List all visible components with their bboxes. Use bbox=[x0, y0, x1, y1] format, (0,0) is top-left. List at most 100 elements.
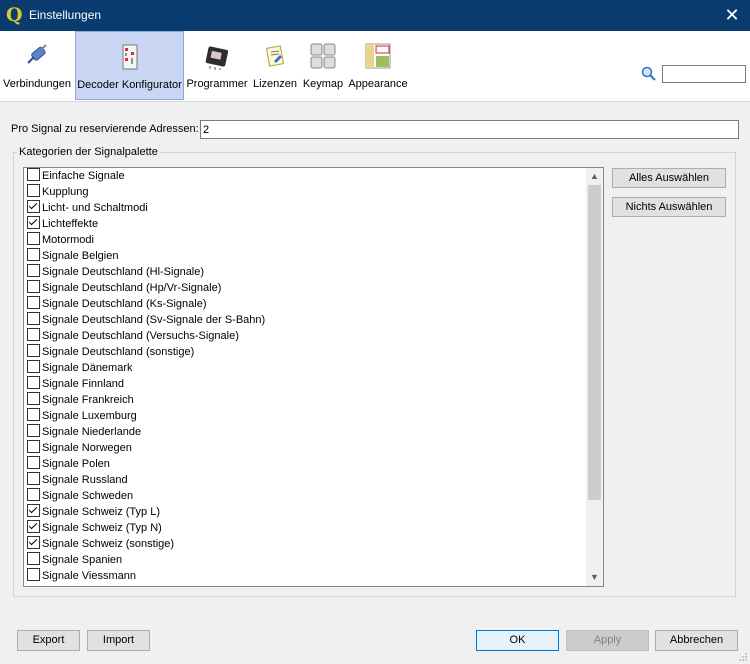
category-item[interactable]: Signale Deutschland (sonstige) bbox=[27, 344, 194, 360]
category-item[interactable]: Signale Schweden bbox=[27, 488, 133, 504]
tab-lizenzen[interactable]: Lizenzen bbox=[250, 31, 300, 100]
scroll-down-icon[interactable]: ▼ bbox=[586, 569, 603, 586]
category-checkbox[interactable] bbox=[27, 488, 40, 501]
close-icon[interactable]: ✕ bbox=[722, 4, 742, 26]
category-checkbox[interactable] bbox=[27, 296, 40, 309]
category-item[interactable]: Signale Luxemburg bbox=[27, 408, 137, 424]
category-label: Licht- und Schaltmodi bbox=[42, 202, 148, 214]
category-label: Signale Schweiz (sonstige) bbox=[42, 538, 175, 550]
category-checkbox[interactable] bbox=[27, 200, 40, 213]
category-checkbox[interactable] bbox=[27, 360, 40, 373]
resize-grip-icon[interactable] bbox=[738, 652, 748, 662]
category-checkbox[interactable] bbox=[27, 424, 40, 437]
category-item[interactable]: Signale Deutschland (Hp/Vr-Signale) bbox=[27, 280, 221, 296]
category-checkbox[interactable] bbox=[27, 184, 40, 197]
tab-label: Appearance bbox=[348, 78, 408, 90]
category-checkbox[interactable] bbox=[27, 456, 40, 469]
category-item[interactable]: Signale Polen bbox=[27, 456, 110, 472]
category-label: Signale Finnland bbox=[42, 378, 124, 390]
category-label: Signale Deutschland (Sv-Signale der S-Ba… bbox=[42, 314, 266, 326]
scroll-up-icon[interactable]: ▲ bbox=[586, 168, 603, 185]
settings-toolbar: Verbindungen Decoder Konfigurator Progra… bbox=[0, 31, 750, 101]
category-item[interactable]: Signale Niederlande bbox=[27, 424, 141, 440]
cancel-button[interactable]: Abbrechen bbox=[655, 630, 738, 651]
ok-button[interactable]: OK bbox=[476, 630, 559, 651]
category-checkbox[interactable] bbox=[27, 328, 40, 341]
category-checkbox[interactable] bbox=[27, 376, 40, 389]
category-item[interactable]: Signale Dänemark bbox=[27, 360, 133, 376]
app-logo-icon: Q bbox=[6, 4, 23, 26]
category-checkbox[interactable] bbox=[27, 472, 40, 485]
tab-programmer[interactable]: Programmer bbox=[186, 31, 248, 100]
category-checkbox[interactable] bbox=[27, 408, 40, 421]
search-input[interactable] bbox=[662, 65, 746, 83]
category-label: Signale Norwegen bbox=[42, 442, 132, 454]
certificate-icon bbox=[265, 45, 285, 67]
category-item[interactable]: Signale Deutschland (Versuchs-Signale) bbox=[27, 328, 239, 344]
category-label: Signale Schweiz (Typ L) bbox=[42, 506, 160, 518]
category-checkbox[interactable] bbox=[27, 520, 40, 533]
category-label: Kupplung bbox=[42, 186, 89, 198]
category-label: Signale Niederlande bbox=[42, 426, 142, 438]
category-item[interactable]: Signale Spanien bbox=[27, 552, 122, 568]
category-item[interactable]: Signale Deutschland (Sv-Signale der S-Ba… bbox=[27, 312, 265, 328]
category-checkbox[interactable] bbox=[27, 552, 40, 565]
category-checkbox[interactable] bbox=[27, 536, 40, 549]
tab-label: Decoder Konfigurator bbox=[77, 79, 182, 91]
category-item[interactable]: Signale Schweiz (Typ N) bbox=[27, 520, 162, 536]
category-checkbox[interactable] bbox=[27, 344, 40, 357]
tab-appearance[interactable]: Appearance bbox=[346, 31, 410, 100]
scrollbar-thumb[interactable] bbox=[588, 185, 601, 500]
category-label: Signale Belgien bbox=[42, 250, 119, 262]
category-label: Signale Frankreich bbox=[42, 394, 134, 406]
category-checkbox[interactable] bbox=[27, 280, 40, 293]
category-checkbox[interactable] bbox=[27, 168, 40, 181]
import-button[interactable]: Import bbox=[87, 630, 150, 651]
category-label: Motormodi bbox=[42, 234, 94, 246]
layout-icon bbox=[365, 43, 391, 69]
category-checkbox[interactable] bbox=[27, 504, 40, 517]
category-item[interactable]: Signale Finnland bbox=[27, 376, 124, 392]
category-label: Signale Deutschland (Hp/Vr-Signale) bbox=[42, 282, 222, 294]
category-checkbox[interactable] bbox=[27, 248, 40, 261]
export-button[interactable]: Export bbox=[17, 630, 80, 651]
category-checkbox[interactable] bbox=[27, 392, 40, 405]
chip-icon bbox=[205, 46, 229, 70]
apply-button[interactable]: Apply bbox=[566, 630, 649, 651]
category-item[interactable]: Signale Viessmann bbox=[27, 568, 136, 584]
category-label: Signale Deutschland (Ks-Signale) bbox=[42, 298, 207, 310]
category-checkbox[interactable] bbox=[27, 312, 40, 325]
category-label: Signale Dänemark bbox=[42, 362, 133, 374]
tab-verbindungen[interactable]: Verbindungen bbox=[0, 31, 74, 100]
category-item[interactable]: Signale Deutschland (Ks-Signale) bbox=[27, 296, 206, 312]
group-title: Kategorien der Signalpalette bbox=[17, 146, 160, 158]
tab-keymap[interactable]: Keymap bbox=[302, 31, 344, 100]
category-item[interactable]: Lichteffekte bbox=[27, 216, 98, 232]
category-checkbox[interactable] bbox=[27, 216, 40, 229]
category-checkbox[interactable] bbox=[27, 440, 40, 453]
category-item[interactable]: Signale Frankreich bbox=[27, 392, 134, 408]
category-checkbox[interactable] bbox=[27, 568, 40, 581]
list-scrollbar[interactable]: ▲ ▼ bbox=[586, 168, 603, 586]
category-label: Signale Schweden bbox=[42, 490, 134, 502]
category-item[interactable]: Signale Belgien bbox=[27, 248, 118, 264]
category-item[interactable]: Motormodi bbox=[27, 232, 94, 248]
category-item[interactable]: Signale Norwegen bbox=[27, 440, 132, 456]
select-none-button[interactable]: Nichts Auswählen bbox=[612, 197, 726, 217]
category-item[interactable]: Licht- und Schaltmodi bbox=[27, 200, 148, 216]
category-item[interactable]: Signale Schweiz (sonstige) bbox=[27, 536, 174, 552]
category-item[interactable]: Kupplung bbox=[27, 184, 89, 200]
category-list[interactable]: Einfache Signale Kupplung Licht- und Schal… bbox=[23, 167, 604, 587]
category-label: Lichteffekte bbox=[42, 218, 99, 230]
category-checkbox[interactable] bbox=[27, 264, 40, 277]
category-item[interactable]: Signale Deutschland (Hl-Signale) bbox=[27, 264, 204, 280]
decoder-icon bbox=[122, 44, 137, 70]
category-item[interactable]: Signale Schweiz (Typ L) bbox=[27, 504, 160, 520]
address-count-input[interactable] bbox=[200, 120, 739, 139]
category-item[interactable]: Signale Russland bbox=[27, 472, 128, 488]
select-all-button[interactable]: Alles Auswählen bbox=[612, 168, 726, 188]
tab-decoder-konfigurator[interactable]: Decoder Konfigurator bbox=[75, 31, 184, 100]
tab-label: Lizenzen bbox=[252, 78, 298, 90]
category-checkbox[interactable] bbox=[27, 232, 40, 245]
category-item[interactable]: Einfache Signale bbox=[27, 168, 125, 184]
